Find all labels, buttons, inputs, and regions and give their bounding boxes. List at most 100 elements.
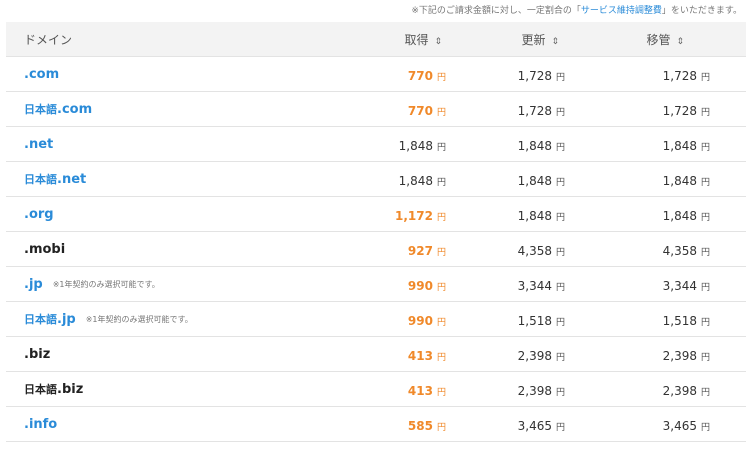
transfer-price-value: 2,398 <box>662 348 697 363</box>
yen-unit: 円 <box>700 387 710 398</box>
renew-price-value: 1,728 <box>517 68 552 83</box>
domain-link[interactable]: 日本語.biz <box>24 381 83 397</box>
domain-cell: .biz <box>6 347 266 362</box>
domain-cell: 日本語.com <box>6 101 266 117</box>
table-row: .info 585 円 3,465 円 3,465 円 <box>6 407 746 442</box>
yen-unit: 円 <box>436 177 446 188</box>
renew-price-value: 1,848 <box>517 138 552 153</box>
renew-price-value: 1,518 <box>517 313 552 328</box>
header-renew-sort[interactable]: 更新 ⇕ <box>454 31 577 48</box>
table-body: .com 770 円 1,728 円 1,728 円日本語.com 770 円 1,728 円 1,7… <box>6 57 746 442</box>
acquire-price-value: 413 <box>407 383 433 398</box>
acquire-price: 585 円 <box>266 415 454 434</box>
yen-unit: 円 <box>436 247 446 258</box>
contract-note: ※1年契約のみ選択可能です。 <box>52 279 160 289</box>
transfer-price-value: 1,518 <box>662 313 697 328</box>
notice-text-before: ※下記のご請求金額に対し、一定割合の「 <box>411 6 581 16</box>
service-fee-notice: ※下記のご請求金額に対し、一定割合の「サービス維持調整費」をいただきます。 <box>0 0 748 22</box>
table-row: 日本語.com 770 円 1,728 円 1,728 円 <box>6 92 746 127</box>
domain-extension: .mobi <box>24 241 66 257</box>
yen-unit: 円 <box>555 72 565 83</box>
domain-extension: .biz <box>24 346 51 362</box>
notice-text-after: 」をいただきます。 <box>661 6 742 16</box>
yen-unit: 円 <box>436 142 446 153</box>
renew-price: 2,398 円 <box>454 345 577 364</box>
domain-jp-prefix: 日本語 <box>24 173 57 186</box>
yen-unit: 円 <box>436 387 446 398</box>
domain-link[interactable]: .jp <box>24 277 43 292</box>
acquire-price-value: 585 <box>407 418 433 433</box>
yen-unit: 円 <box>555 107 565 118</box>
renew-price: 1,728 円 <box>454 100 577 119</box>
header-acquire-label: 取得 <box>404 32 429 47</box>
header-acquire-sort[interactable]: 取得 ⇕ <box>266 31 454 48</box>
yen-unit: 円 <box>700 352 710 363</box>
header-transfer-sort[interactable]: 移管 ⇕ <box>577 31 734 48</box>
yen-unit: 円 <box>700 177 710 188</box>
domain-cell: .info <box>6 417 266 432</box>
yen-unit: 円 <box>700 107 710 118</box>
domain-link[interactable]: .biz <box>24 347 50 362</box>
yen-unit: 円 <box>555 422 565 433</box>
yen-unit: 円 <box>555 142 565 153</box>
transfer-price: 2,398 円 <box>577 345 734 364</box>
domain-cell: .org <box>6 207 266 222</box>
header-renew-label: 更新 <box>521 32 546 47</box>
domain-link[interactable]: .mobi <box>24 242 65 257</box>
domain-extension: .net <box>57 172 87 187</box>
domain-price-table: ドメイン 取得 ⇕ 更新 ⇕ 移管 ⇕ .com 770 円 1,728 円 1,728 円日本語… <box>6 22 746 442</box>
domain-link[interactable]: .org <box>24 207 54 222</box>
transfer-price: 1,848 円 <box>577 135 734 154</box>
domain-link[interactable]: 日本語.net <box>24 171 86 187</box>
transfer-price: 2,398 円 <box>577 380 734 399</box>
sort-icon: ⇕ <box>551 36 559 47</box>
domain-jp-prefix: 日本語 <box>24 313 57 326</box>
renew-price: 1,848 円 <box>454 135 577 154</box>
domain-cell: .com <box>6 67 266 82</box>
domain-jp-prefix: 日本語 <box>24 103 57 116</box>
domain-cell: .mobi <box>6 242 266 257</box>
transfer-price: 3,465 円 <box>577 415 734 434</box>
acquire-price-value: 1,848 <box>398 173 433 188</box>
yen-unit: 円 <box>700 142 710 153</box>
acquire-price: 1,848 円 <box>266 170 454 189</box>
acquire-price: 770 円 <box>266 65 454 84</box>
domain-extension: .com <box>57 102 93 117</box>
acquire-price-value: 1,172 <box>395 208 433 223</box>
domain-link[interactable]: .net <box>24 137 53 152</box>
renew-price-value: 1,848 <box>517 208 552 223</box>
transfer-price-value: 4,358 <box>662 243 697 258</box>
acquire-price-value: 413 <box>407 348 433 363</box>
yen-unit: 円 <box>555 352 565 363</box>
sort-icon: ⇕ <box>434 36 442 47</box>
transfer-price-value: 1,848 <box>662 138 697 153</box>
transfer-price: 1,848 円 <box>577 205 734 224</box>
acquire-price-value: 1,848 <box>398 138 433 153</box>
domain-extension: .biz <box>57 382 84 397</box>
acquire-price-value: 990 <box>407 313 433 328</box>
domain-extension: .com <box>24 66 60 82</box>
domain-link[interactable]: 日本語.jp <box>24 311 76 327</box>
renew-price: 1,848 円 <box>454 205 577 224</box>
domain-link[interactable]: .info <box>24 417 57 432</box>
transfer-price: 1,518 円 <box>577 310 734 329</box>
yen-unit: 円 <box>700 422 710 433</box>
yen-unit: 円 <box>436 352 446 363</box>
service-fee-link[interactable]: サービス維持調整費 <box>581 6 662 16</box>
header-transfer-label: 移管 <box>646 32 671 47</box>
renew-price: 4,358 円 <box>454 240 577 259</box>
domain-cell: .net <box>6 137 266 152</box>
transfer-price: 4,358 円 <box>577 240 734 259</box>
yen-unit: 円 <box>700 282 710 293</box>
domain-link[interactable]: 日本語.com <box>24 101 92 117</box>
table-row: .jp ※1年契約のみ選択可能です。 990 円 3,344 円 3,344 円 <box>6 267 746 302</box>
domain-cell: 日本語.jp ※1年契約のみ選択可能です。 <box>6 311 266 327</box>
domain-cell: .jp ※1年契約のみ選択可能です。 <box>6 277 266 292</box>
renew-price: 3,344 円 <box>454 275 577 294</box>
yen-unit: 円 <box>436 212 446 223</box>
yen-unit: 円 <box>555 177 565 188</box>
transfer-price-value: 1,848 <box>662 208 697 223</box>
yen-unit: 円 <box>700 317 710 328</box>
domain-link[interactable]: .com <box>24 67 59 82</box>
renew-price-value: 4,358 <box>517 243 552 258</box>
